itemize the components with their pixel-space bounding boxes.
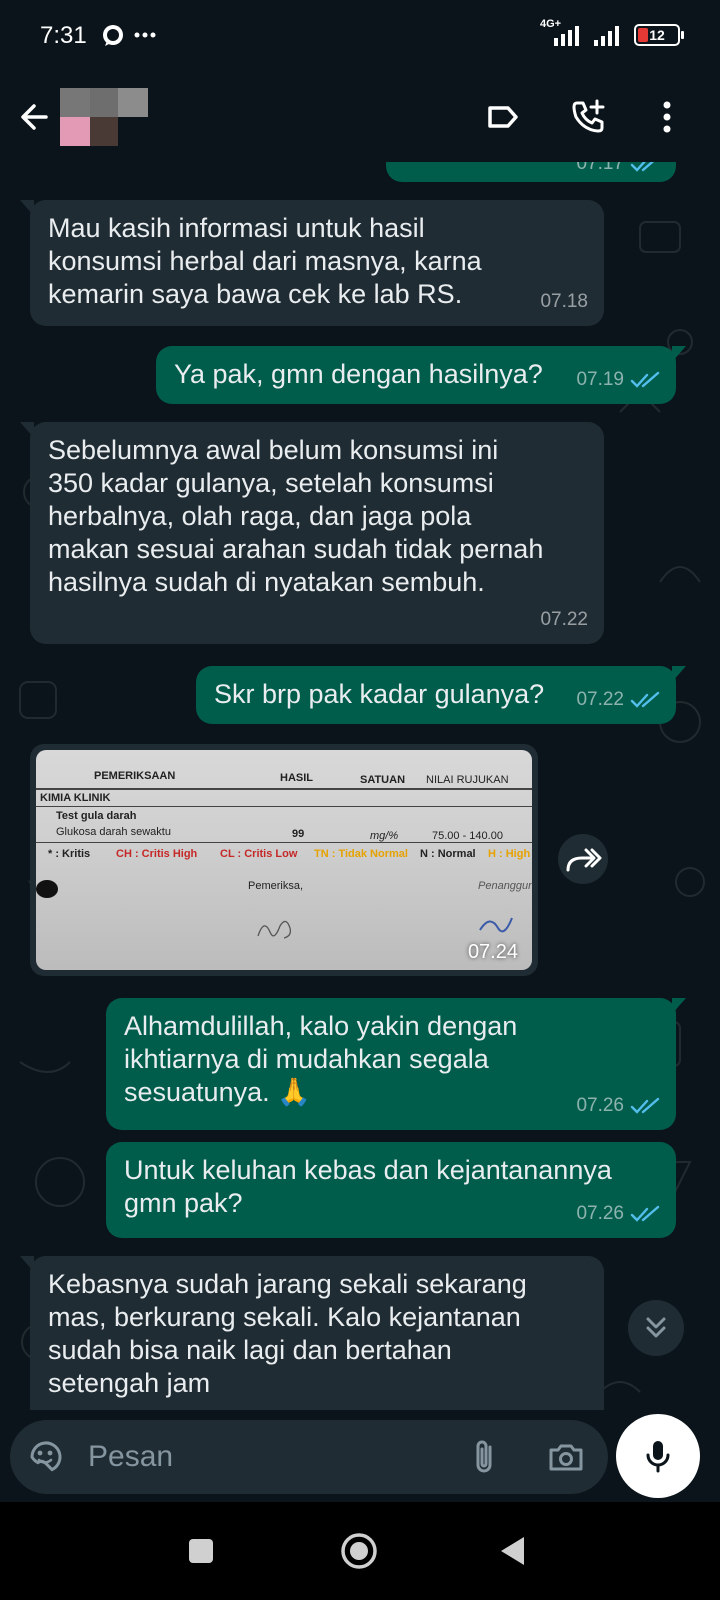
message-outgoing[interactable]: Skr brp pak kadar gulanya? 07.22 [196,666,686,724]
sticker-button[interactable] [22,1433,70,1481]
lab-legend-kritis: * : Kritis [48,848,91,860]
recents-icon [189,1539,213,1563]
lab-legend-cl: CL : Critis Low [220,848,298,860]
whatsapp-status-icon [103,25,123,46]
message-composer [10,1420,608,1494]
label-button[interactable] [478,92,528,142]
home-icon [341,1533,377,1569]
label-icon [488,106,518,128]
message-incoming[interactable]: Kebasnya sudah jarang sekali sekarang ma… [20,1256,604,1410]
input-bar [0,1410,720,1502]
more-dots-icon [134,32,156,38]
contact-avatar[interactable] [60,88,148,146]
more-options-button[interactable] [642,92,692,142]
message-meta: 07.26 [576,1089,660,1122]
mic-icon [646,1441,670,1473]
message-meta: 07.17 [576,162,660,180]
read-ticks-icon [630,162,654,172]
message-time: 07.19 [576,369,624,390]
lab-result-photo[interactable]: PEMERIKSAAN HASIL SATUAN NILAI RUJUKAN K… [36,750,532,970]
message-input[interactable] [88,1434,448,1480]
back-arrow-icon [21,104,48,130]
message-meta: 07.19 [576,363,660,396]
message-outgoing[interactable]: Ya pak, gmn dengan hasilnya? 07.19 [156,346,686,404]
message-incoming[interactable]: Mau kasih informasi untuk hasil konsumsi… [20,200,604,326]
nav-back-button[interactable] [488,1526,538,1576]
lab-col-hasil: HASIL [280,772,313,784]
lab-section: KIMIA KLINIK [40,792,111,804]
lab-penanggung: Penanggung [478,880,532,892]
signal-2-icon [594,26,619,46]
camera-button[interactable] [542,1433,590,1481]
message-text: Mau kasih informasi untuk hasil konsumsi… [48,213,482,309]
double-chevron-down-icon [646,1317,666,1338]
read-ticks-icon [630,691,660,708]
lab-row-range: 75.00 - 140.00 [432,830,503,842]
read-ticks-icon [630,1097,660,1114]
voice-record-button[interactable] [616,1414,700,1498]
message-time: 07.26 [576,1203,624,1224]
back-button[interactable] [10,92,60,142]
read-ticks-icon [630,1205,660,1222]
signature [257,920,292,939]
signal-icon: 4G+ [540,18,582,46]
lab-row-unit: mg/% [370,830,399,842]
app-bar [0,72,720,162]
message-outgoing[interactable]: 07.17 [386,162,676,182]
forward-button[interactable] [558,834,608,884]
attach-button[interactable] [460,1433,508,1481]
chat-area[interactable]: 07.17 Mau kasih informasi untuk hasil ko… [0,162,720,1410]
lab-legend-ch: CH : Critis High [116,848,198,860]
network-type: 4G+ [540,18,562,30]
scroll-down-button[interactable] [628,1300,684,1356]
home-button[interactable] [334,1526,384,1576]
lab-legend-tn: TN : Tidak Normal [314,848,408,860]
system-nav-bar [0,1502,720,1600]
battery-level: 12 [649,27,665,43]
status-bar: 7:31 4G+ 12 [0,0,720,72]
battery-icon: 12 [634,24,684,46]
camera-icon [549,1444,583,1471]
add-call-icon [572,99,605,133]
lab-test-name: Test gula darah [56,810,137,822]
message-time: 07.22 [576,689,624,710]
read-ticks-icon [630,371,660,388]
status-time: 7:31 [40,22,87,49]
message-time: 07.17 [576,162,624,174]
add-call-button[interactable] [564,92,614,142]
lab-pemeriksa: Pemeriksa, [248,880,304,892]
lab-legend-n: N : Normal [420,848,476,860]
lab-col-pemeriksaan: PEMERIKSAAN [94,770,176,782]
message-outgoing[interactable]: Untuk keluhan kebas dan kejantanannya gm… [106,1142,676,1238]
back-icon [501,1537,524,1565]
message-time: 07.24 [467,941,518,963]
message-text: Kebasnya sudah jarang sekali sekarang ma… [48,1269,527,1398]
message-time: 07.18 [540,291,588,312]
message-image[interactable]: PEMERIKSAAN HASIL SATUAN NILAI RUJUKAN K… [30,744,538,976]
message-outgoing[interactable]: Alhamdulillah, kalo yakin dengan ikhtiar… [106,998,686,1130]
message-meta: 07.22 [576,683,660,716]
lab-row-value: 99 [292,828,305,840]
lab-legend-h: H : High [488,848,531,860]
stamp [479,917,513,933]
forward-icon [566,848,602,872]
message-meta: 07.26 [576,1197,660,1230]
message-time: 07.22 [540,609,588,630]
attach-icon [476,1440,492,1473]
recents-button[interactable] [176,1526,226,1576]
message-time: 07.26 [576,1095,624,1116]
message-meta: 07.18 [540,285,588,318]
lab-col-nilai: NILAI RUJUKAN [426,774,509,786]
message-text: Sebelumnya awal belum konsumsi ini 350 k… [48,435,544,597]
hole-punch [36,880,58,898]
message-meta: 07.22 [540,603,588,636]
lab-col-satuan: SATUAN [360,774,406,786]
message-incoming[interactable]: Sebelumnya awal belum konsumsi ini 350 k… [20,422,604,644]
lab-row-name: Glukosa darah sewaktu [56,826,171,838]
more-vert-icon [663,101,671,133]
sticker-icon [30,1441,62,1472]
